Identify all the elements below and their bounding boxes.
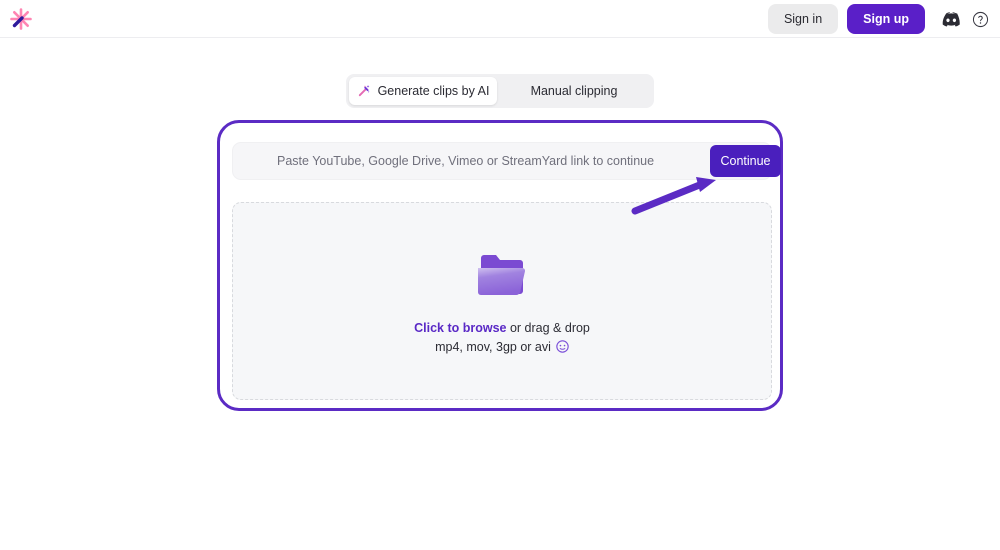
supported-formats-text: mp4, mov, 3gp or avi	[435, 339, 551, 354]
app-header: Sign in Sign up	[0, 0, 1000, 38]
discord-icon[interactable]	[941, 9, 961, 29]
info-circle-icon[interactable]	[556, 340, 569, 353]
tab-label: Manual clipping	[530, 84, 618, 98]
video-link-input[interactable]	[232, 142, 772, 180]
help-circle-icon[interactable]	[970, 9, 990, 29]
app-logo-icon[interactable]	[8, 6, 34, 32]
tab-generate-clips-by-ai[interactable]: Generate clips by AI	[349, 77, 497, 105]
dropzone-primary-text: Click to browse or drag & drop	[414, 320, 590, 336]
file-dropzone[interactable]: Click to browse or drag & drop mp4, mov,…	[232, 202, 772, 400]
upload-card: Continue Click to browse or drag	[217, 120, 783, 411]
magic-wand-icon	[357, 84, 371, 98]
sign-in-button[interactable]: Sign in	[767, 4, 839, 34]
folder-icon	[473, 248, 531, 300]
continue-button[interactable]: Continue	[710, 145, 781, 177]
sign-up-button[interactable]: Sign up	[847, 4, 925, 34]
video-link-row: Continue	[232, 142, 781, 215]
tab-label: Generate clips by AI	[377, 84, 490, 98]
clip-mode-tabs: Generate clips by AI Manual clipping	[346, 74, 654, 108]
header-actions: Sign in Sign up	[767, 4, 990, 34]
tab-manual-clipping[interactable]: Manual clipping	[497, 77, 651, 105]
drag-drop-text: or drag & drop	[506, 320, 590, 335]
click-to-browse-link[interactable]: Click to browse	[414, 321, 506, 335]
dropzone-formats-row: mp4, mov, 3gp or avi	[435, 339, 569, 355]
